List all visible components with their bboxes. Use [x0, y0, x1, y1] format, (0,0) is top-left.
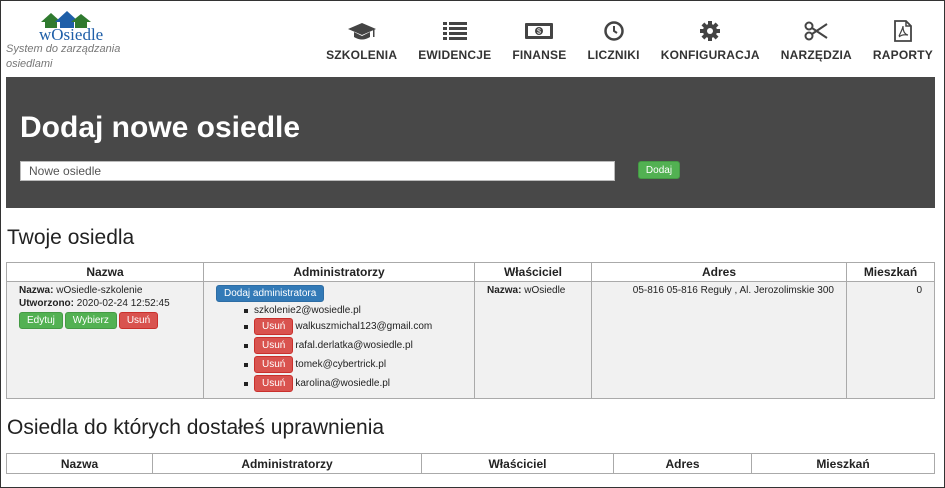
created-date: 2020-02-24 12:52:45 [76, 298, 170, 309]
delete-estate-button[interactable]: Usuń [118, 312, 159, 329]
administrators-list: szkolenie2@wosiedle.pl Usuń walkuszmicha… [244, 304, 462, 393]
pdf-file-icon [894, 20, 912, 42]
nav-label: LICZNIKI [587, 48, 640, 62]
add-estate-button[interactable]: Dodaj [638, 161, 680, 179]
owner-name: wOsiedle [524, 285, 566, 296]
column-header: Mieszkań [752, 454, 934, 473]
nav-item-liczniki[interactable]: LICZNIKI [587, 20, 640, 62]
gear-icon [700, 20, 721, 42]
edit-button[interactable]: Edytuj [19, 312, 63, 329]
address-text: 05-816 05-816 Reguły , Al. Jerozolimskie… [632, 285, 834, 296]
column-header: Mieszkań [847, 263, 934, 282]
nav-item-finanse[interactable]: $ FINANSE [512, 20, 566, 62]
nav-item-konfiguracja[interactable]: KONFIGURACJA [661, 20, 760, 62]
nav-item-szkolenia[interactable]: SZKOLENIA [326, 20, 397, 62]
new-estate-input[interactable] [20, 161, 615, 181]
column-header: Właściciel [475, 263, 592, 282]
column-header: Adres [614, 454, 752, 473]
nav-label: FINANSE [512, 48, 567, 62]
table-header-row: Nazwa Administratorzy Właściciel Adres M… [7, 454, 934, 473]
created-label: Utworzono: [19, 298, 74, 309]
nav-item-narzedzia[interactable]: NARZĘDZIA [781, 20, 852, 62]
svg-text:$: $ [537, 29, 541, 36]
estate-name: wOsiedle-szkolenie [56, 285, 143, 296]
admin-email: rafal.derlatka@wosiedle.pl [295, 340, 413, 351]
nav-item-raporty[interactable]: RAPORTY [873, 20, 933, 62]
page-title: Dodaj nowe osiedle [20, 111, 301, 144]
estate-name-cell: Nazwa: wOsiedle-szkolenie Utworzono: 202… [7, 282, 204, 398]
administrators-cell: Dodaj administratora szkolenie2@wosiedle… [204, 282, 475, 398]
admin-email: tomek@cybertrick.pl [295, 359, 387, 370]
remove-admin-button[interactable]: Usuń [254, 375, 294, 392]
shared-estates-table: Nazwa Administratorzy Właściciel Adres M… [6, 453, 935, 474]
nav-item-ewidencje[interactable]: EWIDENCJE [418, 20, 491, 62]
nav-label: NARZĘDZIA [780, 48, 852, 62]
logo[interactable]: wOsiedle [35, 10, 103, 44]
table-header-row: Nazwa Administratorzy Właściciel Adres M… [7, 263, 934, 282]
name-label: Nazwa: [19, 285, 54, 296]
list-icon [442, 20, 467, 42]
your-estates-table: Nazwa Administratorzy Właściciel Adres M… [6, 262, 935, 399]
column-header: Nazwa [7, 263, 204, 282]
nav-label: RAPORTY [872, 48, 933, 62]
flats-count: 0 [916, 285, 922, 296]
column-header: Właściciel [422, 454, 614, 473]
remove-admin-button[interactable]: Usuń [254, 318, 294, 335]
list-item: Usuń rafal.derlatka@wosiedle.pl [244, 336, 462, 355]
owner-label: Nazwa: [487, 285, 522, 296]
page-frame [0, 0, 945, 488]
list-item: szkolenie2@wosiedle.pl [244, 304, 462, 317]
remove-admin-button[interactable]: Usuń [254, 337, 294, 354]
nav-label: KONFIGURACJA [660, 48, 760, 62]
main-nav: SZKOLENIA EWIDENCJE $ FINANSE LICZNIKI K… [305, 20, 933, 62]
section-title-shared-estates: Osiedla do których dostałeś uprawnienia [7, 416, 385, 439]
table-row: Nazwa: wOsiedle-szkolenie Utworzono: 202… [7, 282, 934, 398]
admin-email: walkuszmichal123@gmail.com [295, 321, 433, 332]
add-estate-panel: Dodaj nowe osiedle Dodaj [6, 77, 935, 208]
flats-cell: 0 [847, 282, 934, 398]
remove-admin-button[interactable]: Usuń [254, 356, 294, 373]
owner-cell: Nazwa: wOsiedle [475, 282, 592, 398]
graduation-cap-icon [347, 20, 376, 42]
nav-label: SZKOLENIA [326, 48, 398, 62]
brand-tagline: System do zarządzania osiedlami [6, 43, 121, 70]
add-administrator-button[interactable]: Dodaj administratora [216, 285, 325, 302]
list-item: Usuń walkuszmichal123@gmail.com [244, 317, 462, 336]
section-title-your-estates: Twoje osiedla [7, 226, 135, 249]
money-icon: $ [525, 20, 554, 42]
admin-email: szkolenie2@wosiedle.pl [254, 305, 361, 316]
list-item: Usuń tomek@cybertrick.pl [244, 355, 462, 374]
column-header: Adres [592, 263, 847, 282]
address-cell: 05-816 05-816 Reguły , Al. Jerozolimskie… [592, 282, 847, 398]
column-header: Administratorzy [153, 454, 422, 473]
clock-icon [603, 20, 624, 42]
nav-label: EWIDENCJE [418, 48, 492, 62]
column-header: Administratorzy [204, 263, 475, 282]
list-item: Usuń karolina@wosiedle.pl [244, 374, 462, 393]
scissors-icon [804, 20, 828, 42]
choose-button[interactable]: Wybierz [64, 312, 117, 329]
admin-email: karolina@wosiedle.pl [295, 378, 391, 389]
column-header: Nazwa [7, 454, 153, 473]
